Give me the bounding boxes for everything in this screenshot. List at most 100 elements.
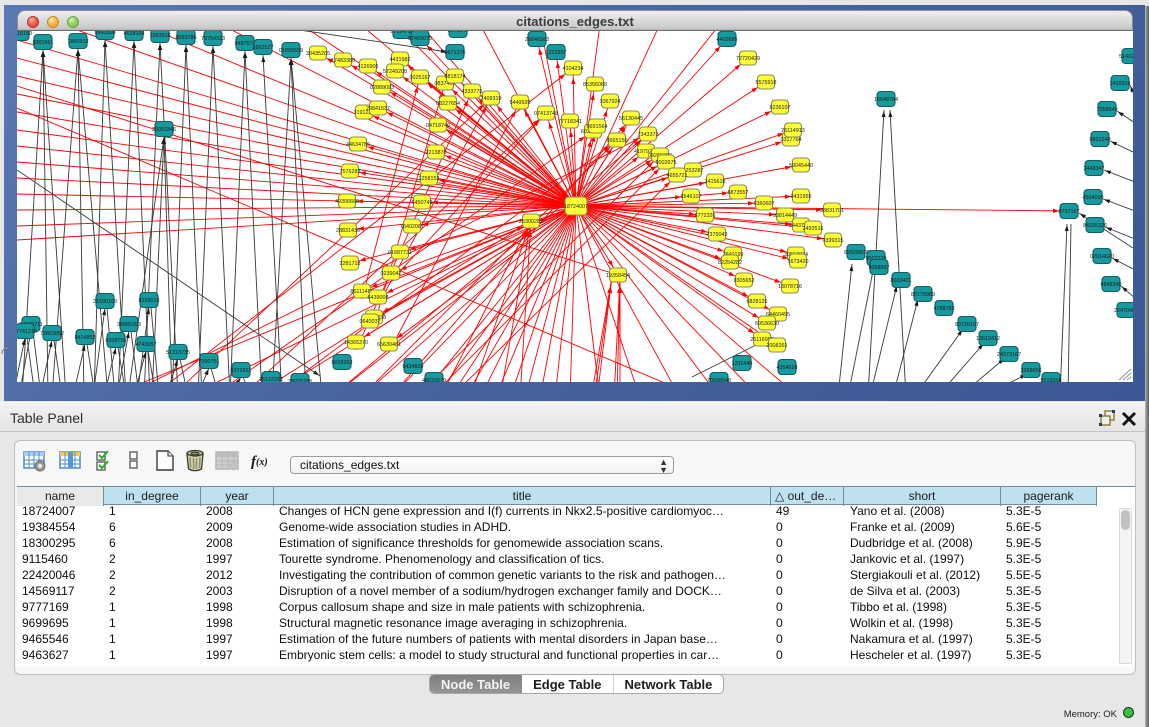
svg-text:6236107: 6236107	[770, 105, 791, 111]
svg-text:1862527: 1862527	[253, 45, 274, 51]
svg-text:3268656: 3268656	[1021, 368, 1042, 374]
svg-text:26114913: 26114913	[781, 128, 805, 134]
svg-text:4743957: 4743957	[136, 342, 157, 348]
svg-text:9093786: 9093786	[176, 35, 197, 41]
svg-text:48620579: 48620579	[422, 378, 446, 382]
svg-text:7375043: 7375043	[707, 232, 728, 238]
svg-text:7990751: 7990751	[199, 359, 220, 365]
svg-text:0317764: 0317764	[781, 137, 802, 143]
svg-text:2493516: 2493516	[803, 226, 824, 232]
svg-text:38885393: 38885393	[117, 322, 141, 328]
svg-text:8414852: 8414852	[75, 335, 96, 341]
svg-text:28831436: 28831436	[336, 228, 360, 234]
svg-text:7058649: 7058649	[1097, 107, 1118, 113]
svg-text:51313735: 51313735	[166, 350, 190, 356]
svg-text:5575918: 5575918	[756, 80, 777, 86]
svg-text:14365370: 14365370	[344, 340, 368, 346]
svg-text:26846563: 26846563	[525, 37, 549, 43]
svg-text:0399315: 0399315	[823, 238, 844, 244]
svg-text:5873557: 5873557	[728, 190, 749, 196]
svg-text:7409319: 7409319	[481, 96, 502, 102]
svg-text:1993518: 1993518	[150, 33, 171, 39]
svg-text:1258153: 1258153	[419, 176, 440, 182]
svg-text:04718746: 04718746	[426, 123, 450, 129]
svg-text:0025167: 0025167	[410, 75, 431, 81]
svg-text:1067924: 1067924	[600, 99, 621, 105]
svg-text:9170342: 9170342	[448, 31, 469, 34]
svg-text:6849340: 6849340	[1101, 282, 1122, 288]
svg-text:57249208: 57249208	[383, 69, 407, 75]
svg-text:8737167: 8737167	[1059, 209, 1080, 215]
svg-text:2213878: 2213878	[426, 150, 447, 156]
svg-text:76402067: 76402067	[400, 224, 424, 230]
svg-text:8159013: 8159013	[139, 298, 160, 304]
svg-text:93814449: 93814449	[773, 213, 797, 219]
svg-text:16648784: 16648784	[874, 97, 898, 103]
svg-text:7576283: 7576283	[340, 169, 361, 175]
svg-text:(x): (x)	[256, 457, 268, 468]
svg-text:79754323: 79754323	[201, 36, 225, 42]
svg-text:01687731: 01687731	[388, 250, 412, 256]
svg-text:08227654: 08227654	[436, 101, 460, 107]
svg-text:6360607: 6360607	[754, 201, 775, 207]
svg-text:6002675: 6002675	[656, 160, 677, 166]
svg-text:1419314: 1419314	[1110, 81, 1131, 87]
svg-text:1223307: 1223307	[546, 50, 567, 56]
svg-text:4655721: 4655721	[667, 173, 688, 179]
svg-text:82828807: 82828807	[844, 250, 868, 256]
svg-text:56130445: 56130445	[619, 116, 643, 122]
svg-text:65630481: 65630481	[377, 342, 401, 348]
svg-text:80175989: 80175989	[911, 292, 935, 298]
svg-text:9960308: 9960308	[95, 31, 116, 36]
svg-text:6439008: 6439008	[368, 295, 389, 301]
svg-text:4431982: 4431982	[390, 57, 411, 63]
svg-text:26018159: 26018159	[17, 31, 32, 37]
svg-text:0640037: 0640037	[360, 319, 381, 325]
svg-text:20053346: 20053346	[152, 127, 176, 133]
svg-text:6828126: 6828126	[747, 299, 768, 305]
svg-text:0831240: 0831240	[1090, 137, 1111, 143]
svg-text:38831701: 38831701	[820, 208, 844, 214]
svg-text:0434839: 0434839	[403, 364, 424, 370]
svg-text:82889093: 82889093	[370, 85, 394, 91]
svg-text:6691564: 6691564	[587, 124, 608, 130]
svg-text:97114710: 97114710	[390, 31, 414, 35]
svg-text:29841537: 29841537	[366, 106, 390, 112]
svg-text:77741215: 77741215	[17, 329, 37, 335]
svg-text:5449920: 5449920	[510, 100, 531, 106]
svg-text:02014620: 02014620	[1090, 254, 1114, 260]
svg-text:4628194: 4628194	[124, 31, 145, 37]
svg-text:6671276: 6671276	[445, 50, 466, 56]
svg-text:72720429: 72720429	[736, 56, 760, 62]
svg-text:4402685: 4402685	[717, 37, 738, 43]
svg-text:2281718: 2281718	[340, 261, 361, 267]
svg-text:44634786: 44634786	[346, 142, 370, 148]
svg-text:13613412: 13613412	[976, 336, 1000, 342]
svg-text:1415618: 1415618	[705, 179, 726, 185]
svg-text:59045440: 59045440	[789, 163, 813, 169]
svg-text:97465075: 97465075	[408, 36, 432, 42]
svg-text:24273167: 24273167	[997, 352, 1021, 358]
svg-text:4104234: 4104234	[563, 66, 584, 72]
svg-text:4126906: 4126906	[358, 64, 379, 70]
svg-text:8058887: 8058887	[869, 265, 890, 271]
svg-text:1673420: 1673420	[788, 259, 809, 265]
svg-text:0018263: 0018263	[332, 360, 353, 366]
svg-text:5515058: 5515058	[1041, 378, 1062, 382]
svg-text:49306668: 49306668	[335, 199, 359, 205]
svg-text:9305652: 9305652	[734, 278, 755, 284]
svg-text:7343373: 7343373	[638, 132, 659, 138]
svg-text:19358454: 19358454	[606, 273, 630, 279]
svg-text:60536630: 60536630	[755, 321, 779, 327]
svg-text:0239042: 0239042	[381, 271, 402, 277]
svg-text:25300283: 25300283	[519, 219, 543, 225]
svg-text:83726167: 83726167	[955, 322, 979, 328]
svg-text:8301661: 8301661	[33, 40, 54, 46]
svg-text:84335326: 84335326	[1083, 223, 1107, 229]
svg-text:6546107: 6546107	[681, 194, 702, 200]
svg-text:07413748: 07413748	[534, 111, 558, 117]
svg-text:6338750: 6338750	[106, 338, 127, 344]
svg-text:3448347: 3448347	[1084, 166, 1105, 172]
svg-text:1860913: 1860913	[68, 39, 89, 45]
svg-text:6565150: 6565150	[607, 138, 628, 144]
